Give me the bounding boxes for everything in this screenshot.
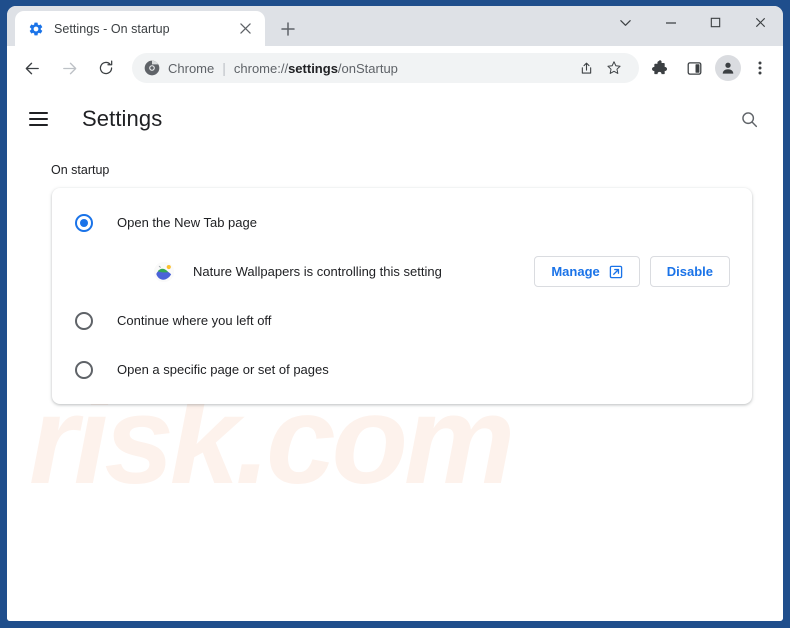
browser-toolbar: Chrome | chrome://settings/onStartup <box>7 46 783 91</box>
window-controls <box>603 6 783 46</box>
disable-button-label: Disable <box>666 264 713 279</box>
omnibox-separator: | <box>222 60 226 76</box>
browser-window: Settings - On startup Chrome | chrome://… <box>0 0 790 628</box>
reload-icon[interactable] <box>91 53 121 83</box>
section-label: On startup <box>51 163 110 177</box>
radio-label: Continue where you left off <box>117 313 272 328</box>
radio-option-new-tab-page[interactable]: Open the New Tab page <box>52 198 752 247</box>
radio-option-continue-where-left-off[interactable]: Continue where you left off <box>52 296 752 345</box>
extensions-icon[interactable] <box>645 53 675 83</box>
settings-header: Settings <box>7 91 783 147</box>
radio-option-specific-pages[interactable]: Open a specific page or set of pages <box>52 345 752 394</box>
search-icon[interactable] <box>733 103 765 135</box>
disable-button[interactable]: Disable <box>649 256 730 287</box>
radio-button[interactable] <box>75 360 93 379</box>
tab-title: Settings - On startup <box>54 21 170 36</box>
share-icon[interactable] <box>573 55 599 81</box>
side-panel-icon[interactable] <box>679 53 709 83</box>
chevron-down-icon[interactable] <box>603 6 648 39</box>
new-tab-button[interactable] <box>275 16 301 42</box>
bookmark-star-icon[interactable] <box>601 55 627 81</box>
nature-wallpapers-extension-icon <box>153 261 175 283</box>
settings-gear-icon <box>28 21 44 37</box>
close-window-icon[interactable] <box>738 6 783 39</box>
chrome-logo-icon <box>144 60 160 76</box>
settings-page: PC risk.com Settings On startup <box>7 91 783 621</box>
back-icon[interactable] <box>17 53 47 83</box>
url-prefix: chrome:// <box>233 60 289 76</box>
radio-button[interactable] <box>75 213 93 232</box>
hamburger-menu-icon[interactable] <box>29 104 59 134</box>
radio-button[interactable] <box>75 311 93 330</box>
omnibox-chip-label: Chrome <box>168 60 215 76</box>
forward-icon[interactable] <box>54 53 84 83</box>
address-bar[interactable]: Chrome | chrome://settings/onStartup <box>132 53 639 83</box>
manage-button-label: Manage <box>551 264 600 279</box>
chrome-menu-icon[interactable] <box>745 53 775 83</box>
manage-button[interactable]: Manage <box>534 256 640 287</box>
url-bold-segment: settings <box>288 60 338 76</box>
extension-notice-text: Nature Wallpapers is controlling this se… <box>193 264 442 279</box>
page-title: Settings <box>82 106 163 131</box>
url-suffix: /onStartup <box>337 60 398 76</box>
close-icon[interactable] <box>235 19 255 39</box>
tab-strip: Settings - On startup <box>7 6 783 46</box>
radio-label: Open the New Tab page <box>117 215 257 230</box>
maximize-icon[interactable] <box>693 6 738 39</box>
extension-control-notice: Nature Wallpapers is controlling this se… <box>52 247 752 296</box>
radio-label: Open a specific page or set of pages <box>117 362 329 377</box>
browser-tab[interactable]: Settings - On startup <box>15 11 265 46</box>
window-inner: Settings - On startup Chrome | chrome://… <box>7 6 783 621</box>
minimize-icon[interactable] <box>648 6 693 39</box>
on-startup-card: Open the New Tab page Nature Wallpapers … <box>52 188 752 404</box>
external-link-icon <box>609 265 623 279</box>
omnibox-url: chrome://settings/onStartup <box>234 61 571 76</box>
avatar[interactable] <box>715 55 741 81</box>
